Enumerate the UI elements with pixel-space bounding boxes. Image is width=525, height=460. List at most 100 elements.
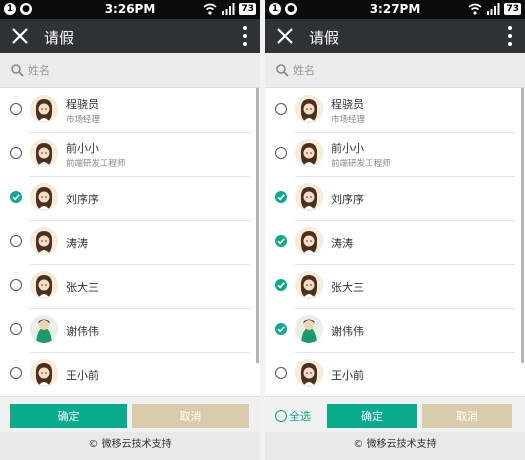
avatar xyxy=(295,359,323,387)
search-bar xyxy=(265,53,525,88)
page-title: 请假 xyxy=(309,29,340,47)
avatar xyxy=(30,95,58,123)
scrollbar[interactable] xyxy=(256,88,259,363)
radio-unchecked[interactable] xyxy=(275,367,287,379)
close-icon[interactable] xyxy=(273,24,297,48)
radio-checked[interactable] xyxy=(10,191,22,203)
contact-name: 刘序序 xyxy=(331,193,364,206)
contact-name: 张大三 xyxy=(66,281,99,294)
avatar xyxy=(30,227,58,255)
action-bar: 确定 取消 xyxy=(0,396,260,433)
more-vertical-icon[interactable] xyxy=(242,26,248,46)
close-icon[interactable] xyxy=(8,24,32,48)
radio-checked[interactable] xyxy=(275,235,287,247)
contact-name: 程骁员 xyxy=(66,98,99,111)
radio-unchecked[interactable] xyxy=(10,279,22,291)
contact-name: 前小小 xyxy=(331,142,364,155)
contact-name: 王小前 xyxy=(331,369,364,382)
avatar xyxy=(30,183,58,211)
avatar xyxy=(295,183,323,211)
confirm-button[interactable]: 确定 xyxy=(327,404,417,428)
battery-indicator: 73 xyxy=(239,3,256,15)
contact-row[interactable]: 涛涛 xyxy=(0,220,256,265)
contact-row[interactable]: 王小前 xyxy=(0,352,256,390)
contact-name: 刘序序 xyxy=(66,193,99,206)
avatar xyxy=(295,227,323,255)
contact-row[interactable]: 刘序序 xyxy=(0,176,256,221)
contact-name: 前小小 xyxy=(66,142,99,155)
scrollbar[interactable] xyxy=(521,88,524,363)
contact-title: 市场经理 xyxy=(66,115,101,125)
radio-unchecked[interactable] xyxy=(10,323,22,335)
check-icon xyxy=(277,326,285,333)
radio-unchecked[interactable] xyxy=(10,147,22,159)
check-icon xyxy=(277,238,285,245)
title-bar: 请假 xyxy=(0,19,260,53)
check-icon xyxy=(12,194,20,201)
page-title: 请假 xyxy=(44,29,75,47)
search-bar xyxy=(0,53,260,88)
avatar xyxy=(30,271,58,299)
footer-credit: © 微移云技术支持 xyxy=(0,432,260,460)
contact-row[interactable]: 谢伟伟 xyxy=(0,308,256,353)
radio-unchecked[interactable] xyxy=(275,147,287,159)
contact-row[interactable]: 前小小 前端研发工程师 xyxy=(0,132,256,177)
check-icon xyxy=(277,282,285,289)
radio-checked[interactable] xyxy=(275,323,287,335)
action-bar: 全选 确定 取消 xyxy=(265,396,525,433)
search-icon xyxy=(276,64,289,77)
contact-row[interactable]: 张大三 xyxy=(0,264,256,309)
contact-name: 王小前 xyxy=(66,369,99,382)
wifi-icon xyxy=(468,3,482,15)
contact-title: 前端研发工程师 xyxy=(331,159,391,169)
select-all-radio xyxy=(275,410,287,422)
radio-checked[interactable] xyxy=(275,279,287,291)
signal-icon xyxy=(487,3,500,15)
contact-row[interactable]: 前小小前端研发工程师 xyxy=(265,132,521,177)
cancel-button[interactable]: 取消 xyxy=(422,404,512,428)
avatar xyxy=(295,139,323,167)
confirm-button[interactable]: 确定 xyxy=(10,404,127,428)
cancel-button[interactable]: 取消 xyxy=(132,404,249,428)
wifi-icon xyxy=(203,3,217,15)
contact-name: 张大三 xyxy=(331,281,364,294)
signal-icon xyxy=(222,3,235,15)
select-all-label: 全选 xyxy=(289,410,311,423)
contact-name: 涛涛 xyxy=(331,237,353,250)
radio-checked[interactable] xyxy=(275,191,287,203)
avatar xyxy=(30,359,58,387)
status-bar: 1 ● 3:26PM 73 xyxy=(0,0,260,19)
radio-unchecked[interactable] xyxy=(10,367,22,379)
contact-row[interactable]: 程骁员 市场经理 xyxy=(0,88,256,133)
select-all-toggle[interactable]: 全选 xyxy=(275,408,311,424)
status-bar: 1 ● 3:27PM 73 xyxy=(265,0,525,19)
contact-row[interactable]: 谢伟伟 xyxy=(265,308,521,353)
check-icon xyxy=(277,194,285,201)
contact-row[interactable]: 刘序序 xyxy=(265,176,521,221)
battery-indicator: 73 xyxy=(504,3,521,15)
search-input[interactable] xyxy=(28,61,228,79)
contact-row[interactable]: 涛涛 xyxy=(265,220,521,265)
screen-left: 1● 3:26PM 73 请假 程骁员市场经理前小小前端研发工程师刘序序涛涛张大… xyxy=(0,0,260,460)
contact-name: 涛涛 xyxy=(66,237,88,250)
contact-row[interactable]: 程骁员 市场经理 xyxy=(265,88,521,133)
contact-name: 谢伟伟 xyxy=(66,325,99,338)
avatar xyxy=(30,139,58,167)
screen-right: 1● 3:27PM 73 请假 程骁员市场经理前小小前端研发工程师刘序序涛涛张大… xyxy=(265,0,525,460)
contact-name: 谢伟伟 xyxy=(331,325,364,338)
title-bar: 请假 xyxy=(265,19,525,53)
avatar xyxy=(295,315,323,343)
radio-unchecked[interactable] xyxy=(10,235,22,247)
radio-unchecked[interactable] xyxy=(10,103,22,115)
search-input[interactable] xyxy=(293,61,493,79)
footer-credit: © 微移云技术支持 xyxy=(265,432,525,460)
search-icon xyxy=(11,64,24,77)
avatar xyxy=(295,95,323,123)
contact-row[interactable]: 王小前 xyxy=(265,352,521,390)
contact-title: 市场经理 xyxy=(331,115,366,125)
contact-row[interactable]: 张大三 xyxy=(265,264,521,309)
avatar xyxy=(295,271,323,299)
contact-name: 程骁员 xyxy=(331,98,364,111)
more-vertical-icon[interactable] xyxy=(507,26,513,46)
radio-unchecked[interactable] xyxy=(275,103,287,115)
